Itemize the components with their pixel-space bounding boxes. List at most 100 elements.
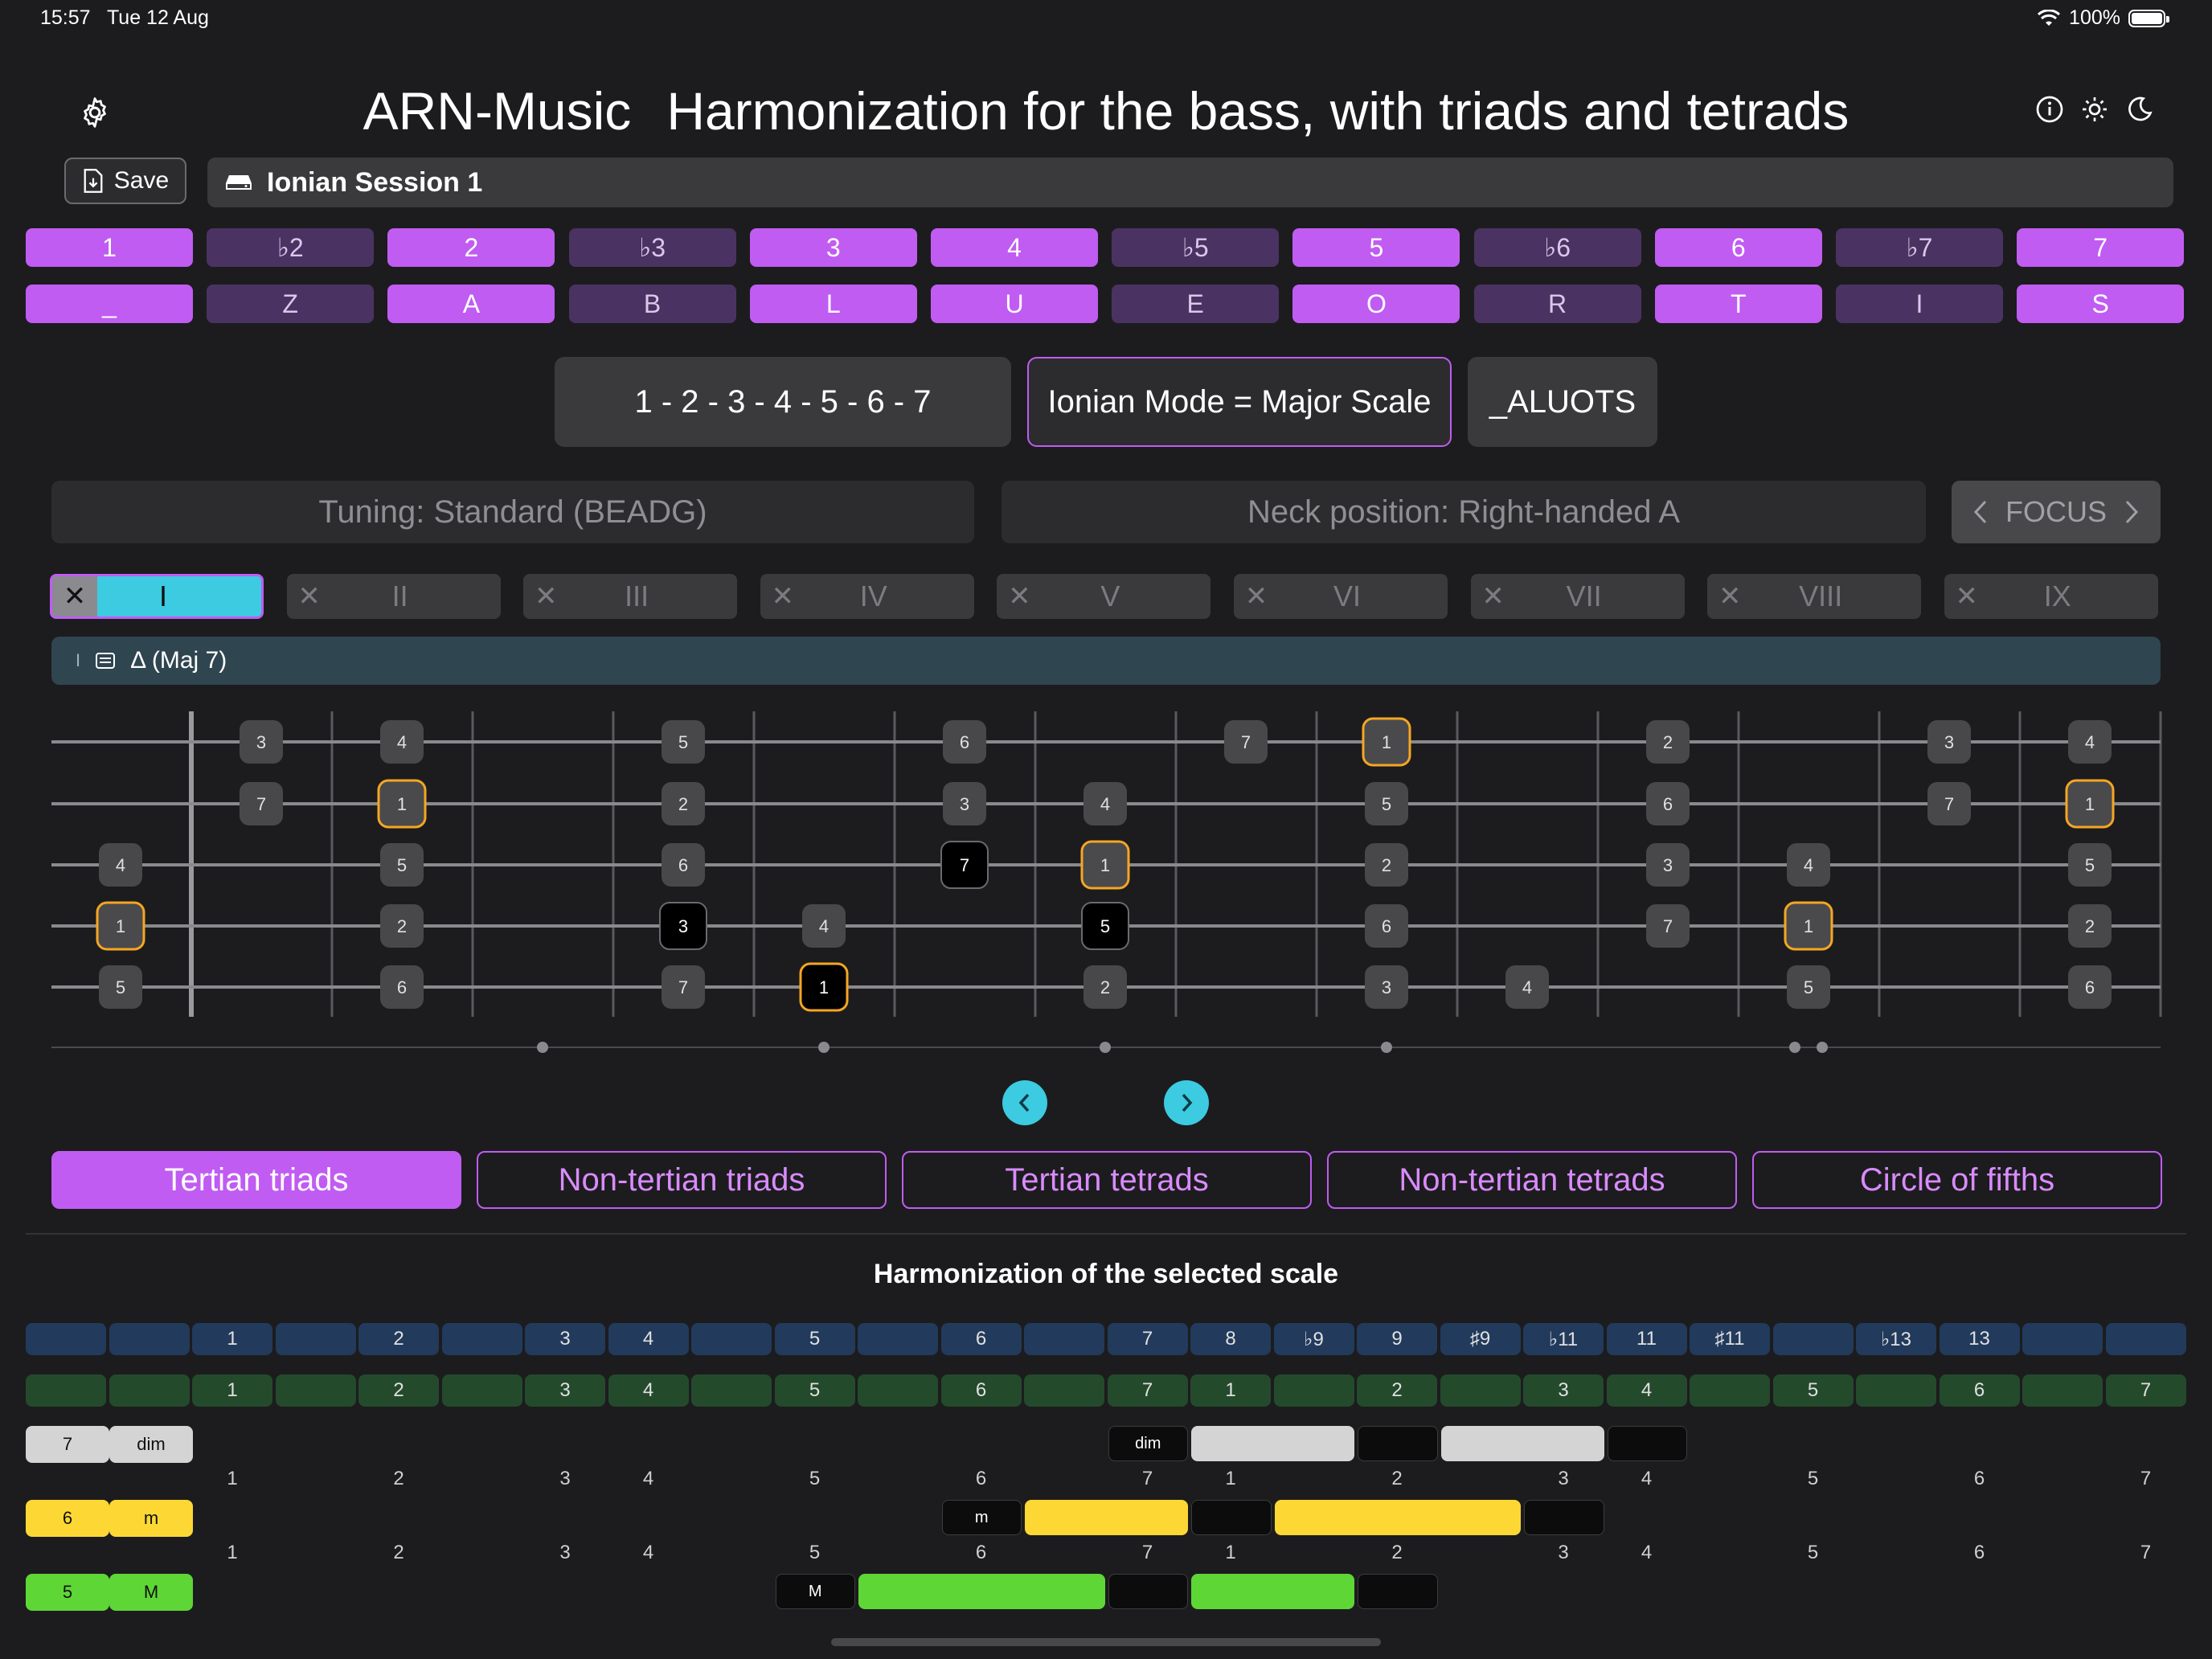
divider: [26, 1233, 2186, 1235]
close-icon[interactable]: ✕: [760, 580, 805, 612]
tuning-selector[interactable]: Tuning: Standard (BEADG): [51, 481, 974, 543]
neck-position-selector[interactable]: Neck position: Right-handed A: [1002, 481, 1926, 543]
chord-tab-label: IV: [859, 580, 887, 612]
close-icon[interactable]: ✕: [1707, 580, 1752, 612]
close-icon[interactable]: ✕: [523, 580, 568, 612]
fretboard[interactable]: 3 4 5 6 7 1 2 3 4 7 1 2 3 4 5 6 7 1 4 5 6 7 1 2 3 4 5 1 2 3 4 5 6 7 1 2 5 6 7 1…: [0, 699, 2212, 1069]
chord-tab-4[interactable]: ✕ IV: [760, 574, 974, 619]
interval-degree-button[interactable]: ♭7: [1836, 228, 2003, 267]
selected-chord-row[interactable]: I Δ (Maj 7): [51, 637, 2161, 685]
chevron-right-icon[interactable]: [2124, 499, 2140, 525]
close-icon[interactable]: ✕: [1234, 580, 1279, 612]
close-icon[interactable]: ✕: [287, 580, 332, 612]
fret-marker-dot: [1381, 1042, 1392, 1053]
interval-letter-button[interactable]: O: [1292, 285, 1460, 323]
interval-letter-button[interactable]: A: [387, 285, 555, 323]
interval-degree-button[interactable]: ♭2: [207, 228, 375, 267]
chord-tab-label: I: [158, 580, 167, 612]
note-label: 7: [678, 977, 688, 997]
row-degree-label[interactable]: 6: [26, 1500, 109, 1537]
interval-letter-button[interactable]: _: [26, 285, 193, 323]
interval-degree-button[interactable]: ♭3: [568, 228, 736, 267]
scale-formula-box[interactable]: 1 - 2 - 3 - 4 - 5 - 6 - 7: [555, 357, 1011, 447]
chord-tab-6[interactable]: ✕ VI: [1234, 574, 1448, 619]
note-label: 3: [1944, 732, 1954, 752]
interval-degree-button[interactable]: 1: [26, 228, 193, 267]
scale-mode-box[interactable]: Ionian Mode = Major Scale: [1027, 357, 1452, 447]
close-icon[interactable]: ✕: [997, 580, 1042, 612]
harmony-tab-2[interactable]: Non-tertian triads: [477, 1151, 887, 1209]
chord-tab-7[interactable]: ✕ VII: [1470, 574, 1685, 619]
interval-letter-button[interactable]: S: [2017, 285, 2185, 323]
page-title: ARN-Music Harmonization for the bass, wit…: [0, 80, 2212, 141]
degree-header-cell: [858, 1374, 938, 1407]
interval-header-cell: [858, 1323, 938, 1355]
status-bar-right: 100%: [2037, 6, 2169, 30]
interval-letter-button[interactable]: I: [1836, 285, 2003, 323]
harmony-tab-1[interactable]: Tertian triads: [51, 1151, 461, 1209]
interval-letter-button[interactable]: B: [568, 285, 736, 323]
fret-marker-dot: [1817, 1042, 1828, 1053]
scale-degree-number: 1: [1225, 1468, 1236, 1489]
harmony-tab-4[interactable]: Non-tertian tetrads: [1327, 1151, 1737, 1209]
drive-icon: [226, 175, 252, 190]
scale-degree-number: 7: [2140, 1468, 2152, 1489]
previous-button[interactable]: [1002, 1080, 1047, 1125]
degree-header-cell: [441, 1374, 522, 1407]
session-name-field[interactable]: Ionian Session 1: [207, 158, 2173, 207]
interval-header-cell: ♯11: [1690, 1323, 1770, 1355]
interval-degree-button[interactable]: 5: [1292, 228, 1460, 267]
row-quality-label[interactable]: m: [109, 1500, 193, 1537]
interval-letter-button[interactable]: Z: [207, 285, 375, 323]
next-button[interactable]: [1164, 1080, 1209, 1125]
chord-span-bar: [1191, 1574, 1354, 1609]
harmony-tab-5[interactable]: Circle of fifths: [1752, 1151, 2162, 1209]
close-icon[interactable]: ✕: [1471, 580, 1516, 612]
chord-tab-5[interactable]: ✕ V: [997, 574, 1211, 619]
interval-degree-button[interactable]: 6: [1654, 228, 1822, 267]
row-quality-label[interactable]: dim: [109, 1426, 193, 1463]
interval-degree-button[interactable]: 7: [2017, 228, 2185, 267]
focus-control[interactable]: FOCUS: [1952, 481, 2161, 543]
interval-degree-button[interactable]: 4: [931, 228, 1098, 267]
row-quality-label[interactable]: M: [109, 1574, 193, 1611]
scale-degree-number: 4: [1641, 1468, 1653, 1489]
row-degree-label[interactable]: 5: [26, 1574, 109, 1611]
scale-degree-number: 1: [227, 1542, 238, 1563]
scale-code-box[interactable]: _ALUOTS: [1468, 357, 1657, 447]
interval-header-cell: ♭13: [1856, 1323, 1936, 1355]
close-icon[interactable]: ✕: [52, 576, 97, 616]
chord-tab-1[interactable]: ✕ I: [50, 574, 264, 619]
interval-letter-button[interactable]: E: [1112, 285, 1280, 323]
harmony-tab-3[interactable]: Tertian tetrads: [902, 1151, 1312, 1209]
interval-header-cell: [1024, 1323, 1104, 1355]
interval-letter-button[interactable]: R: [1473, 285, 1641, 323]
interval-degree-button[interactable]: ♭6: [1473, 228, 1641, 267]
sun-icon[interactable]: [2080, 95, 2109, 124]
interval-letter-button[interactable]: L: [749, 285, 917, 323]
note-label: 1: [1382, 732, 1391, 752]
interval-degree-button[interactable]: 3: [749, 228, 917, 267]
chevron-left-icon[interactable]: [1972, 499, 1989, 525]
scale-degree-number: 2: [1391, 1542, 1403, 1563]
interval-letter-button[interactable]: T: [1654, 285, 1822, 323]
chord-gap-cell: [1358, 1426, 1438, 1461]
scale-degree-number: 5: [1807, 1468, 1819, 1489]
info-icon[interactable]: [2035, 95, 2064, 124]
degree-header-cell: [26, 1374, 106, 1407]
row-degree-label[interactable]: 7: [26, 1426, 109, 1463]
status-time: 15:57: [40, 6, 91, 29]
moon-icon[interactable]: [2125, 95, 2154, 124]
fret-marker-dot: [537, 1042, 548, 1053]
scale-degree-number: 2: [1391, 1468, 1403, 1489]
close-icon[interactable]: ✕: [1944, 580, 1989, 612]
save-button[interactable]: Save: [64, 158, 186, 204]
interval-degree-button[interactable]: 2: [387, 228, 555, 267]
chord-tab-2[interactable]: ✕ II: [286, 574, 501, 619]
chord-tab-3[interactable]: ✕ III: [523, 574, 738, 619]
app-subtitle: Harmonization for the bass, with triads …: [666, 81, 1849, 141]
interval-degree-button[interactable]: ♭5: [1112, 228, 1280, 267]
chord-tab-8[interactable]: ✕ VIII: [1707, 574, 1922, 619]
chord-tab-9[interactable]: ✕ IX: [1944, 574, 2158, 619]
interval-letter-button[interactable]: U: [931, 285, 1098, 323]
